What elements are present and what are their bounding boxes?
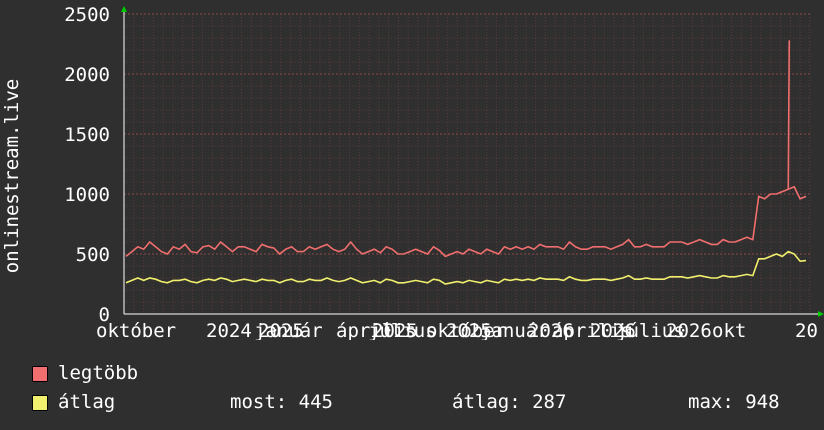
legend-swatch-atlag xyxy=(32,395,48,411)
x-tick-label: okt xyxy=(712,320,746,340)
x-tick-label: 2025 xyxy=(372,320,418,340)
line-chart: 05001000150020002500onlinestream.liveokt… xyxy=(1,4,824,340)
y-tick-label: 2500 xyxy=(64,4,110,26)
y-tick-label: 1000 xyxy=(64,184,110,206)
x-tick-label: 2025 xyxy=(258,320,304,340)
y-tick-label: 2000 xyxy=(64,64,110,86)
stat-max: max: 948 xyxy=(688,391,780,413)
x-tick-label: 2024 xyxy=(206,320,252,340)
y-axis-label: onlinestream.live xyxy=(1,79,23,273)
x-axis-arrow xyxy=(818,311,824,317)
stat-average: átlag: 287 xyxy=(452,391,567,413)
x-tick-label: 2026 xyxy=(666,320,712,340)
legend-label-legtobb: legtöbb xyxy=(58,362,139,384)
stat-current: most: 445 xyxy=(230,391,333,413)
y-axis-arrow xyxy=(121,6,127,12)
y-tick-label: 1500 xyxy=(64,124,110,146)
legend-swatch-legtobb xyxy=(32,366,48,382)
x-tick-label: október xyxy=(96,320,176,340)
legend-label-atlag: átlag xyxy=(58,391,116,413)
chart-panel: 0 500 1000 1500 2000 2500 onlinestream.live okt… xyxy=(0,0,824,430)
x-tick-label: 20 xyxy=(795,320,818,340)
y-tick-label: 500 xyxy=(76,244,110,266)
series-spike xyxy=(787,40,791,190)
